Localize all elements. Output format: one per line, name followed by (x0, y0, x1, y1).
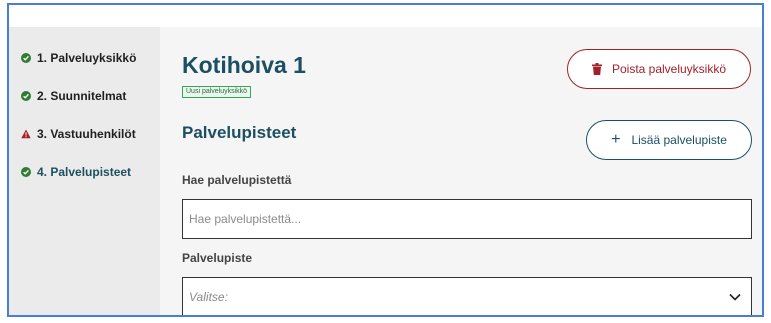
add-service-point-label: Lisää palvelupiste (631, 133, 727, 147)
status-badge: Uusi palveluyksikkö (182, 86, 252, 98)
check-circle-icon (21, 91, 31, 101)
select-placeholder: Valitse: (189, 290, 228, 304)
check-circle-icon (21, 167, 31, 177)
search-label: Hae palvelupistettä (182, 173, 292, 187)
step-label: 2. Suunnitelmat (37, 89, 127, 103)
app-frame: 1. Palveluyksikkö 2. Suunnitelmat 3. Vas… (7, 3, 764, 317)
delete-unit-label: Poista palveluyksikkö (611, 62, 727, 76)
main-content: Kotihoiva 1 Uusi palveluyksikkö Poista p… (160, 27, 762, 315)
search-input[interactable]: Hae palvelupistettä... (182, 199, 752, 239)
section-title: Palvelupisteet (182, 123, 297, 142)
top-strip (9, 5, 762, 27)
step-label: 4. Palvelupisteet (37, 165, 132, 179)
service-point-select[interactable]: Valitse: (182, 277, 752, 315)
step-sidebar: 1. Palveluyksikkö 2. Suunnitelmat 3. Vas… (9, 27, 160, 315)
step-palveluyksikko[interactable]: 1. Palveluyksikkö (21, 51, 136, 65)
plus-icon: + (611, 131, 621, 148)
step-suunnitelmat[interactable]: 2. Suunnitelmat (21, 89, 126, 103)
step-palvelupisteet[interactable]: 4. Palvelupisteet (21, 165, 131, 179)
trash-icon (591, 63, 602, 75)
check-circle-icon (21, 53, 31, 63)
add-service-point-button[interactable]: + Lisää palvelupiste (586, 120, 752, 160)
warning-triangle-icon (21, 129, 31, 139)
step-label: 1. Palveluyksikkö (37, 51, 137, 65)
step-label: 3. Vastuuhenkilöt (37, 127, 136, 141)
select-label: Palvelupiste (182, 251, 253, 265)
search-placeholder: Hae palvelupistettä... (189, 212, 302, 226)
page-title: Kotihoiva 1 (182, 52, 306, 78)
step-vastuuhenkilot[interactable]: 3. Vastuuhenkilöt (21, 127, 136, 141)
chevron-down-icon (729, 290, 741, 304)
delete-unit-button[interactable]: Poista palveluyksikkö (567, 49, 751, 89)
